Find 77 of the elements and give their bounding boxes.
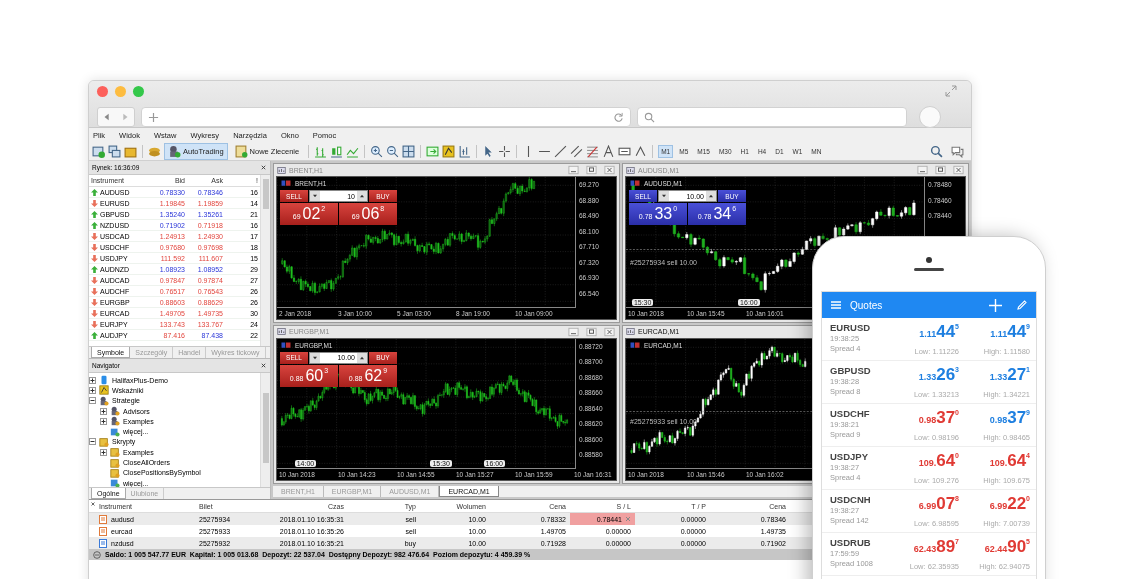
search-field[interactable] <box>637 107 907 127</box>
fullscreen-icon[interactable] <box>945 84 957 97</box>
reload-icon[interactable] <box>613 111 624 123</box>
chart-window-icon[interactable] <box>277 327 286 336</box>
flags-icon[interactable] <box>629 179 641 188</box>
minimize-icon[interactable] <box>916 165 929 175</box>
up-arrow-icon[interactable] <box>707 192 715 200</box>
minimize-icon[interactable] <box>567 165 580 175</box>
periods-icon[interactable] <box>458 144 472 158</box>
scripts-icon <box>99 436 109 447</box>
collapse-icon[interactable] <box>89 397 96 405</box>
add-icon[interactable] <box>989 298 1002 312</box>
trend-line-icon[interactable] <box>554 144 568 158</box>
quote-symbol: USDRUB <box>830 537 872 549</box>
quote-symbol: GBPUSD <box>830 365 872 377</box>
restore-icon[interactable] <box>585 165 598 175</box>
zoom-in-icon[interactable] <box>370 144 384 158</box>
flags-icon[interactable] <box>280 340 292 350</box>
edit-icon[interactable] <box>1016 298 1028 311</box>
screen-title: Quotes <box>850 299 883 311</box>
scripts-icon <box>110 447 120 458</box>
collapse-icon[interactable] <box>89 438 96 446</box>
expand-icon[interactable] <box>100 417 107 425</box>
restore-icon[interactable] <box>934 165 947 175</box>
flags-icon[interactable] <box>280 179 292 188</box>
quote-symbol: USDCHF <box>830 408 871 420</box>
windows-icon[interactable] <box>108 144 121 158</box>
candlestick-icon[interactable] <box>330 144 344 158</box>
chart-window-icon[interactable] <box>626 327 635 336</box>
zoom-out-icon[interactable] <box>386 144 400 158</box>
text-icon[interactable] <box>602 144 616 158</box>
script-icon <box>110 467 120 478</box>
quote-symbol: EURUSD <box>830 322 872 334</box>
expand-icon[interactable] <box>100 448 107 456</box>
indicators-icon <box>99 385 109 396</box>
fibonacci-icon[interactable] <box>586 144 600 158</box>
close-icon[interactable] <box>90 501 96 507</box>
scrollbar[interactable] <box>260 175 270 346</box>
experts-icon <box>110 416 120 427</box>
chart-window-icon[interactable] <box>277 165 286 175</box>
bar-chart-icon[interactable] <box>314 144 328 158</box>
down-arrow-icon[interactable] <box>311 192 319 200</box>
expand-icon[interactable] <box>100 407 107 415</box>
back-icon[interactable] <box>102 112 112 122</box>
chart-window-icon[interactable] <box>626 165 635 175</box>
address-field[interactable] <box>141 107 631 127</box>
expand-icon[interactable] <box>89 376 96 384</box>
close-window-button[interactable] <box>97 86 108 97</box>
quote-symbol: USDJPY <box>830 451 869 463</box>
close-icon[interactable] <box>260 164 267 171</box>
minimize-icon[interactable] <box>567 326 580 337</box>
scrollbar[interactable] <box>260 373 270 487</box>
camera-icon <box>925 256 933 264</box>
tile-windows-icon[interactable] <box>402 144 416 158</box>
chat-icon[interactable] <box>951 144 964 158</box>
search-icon[interactable] <box>644 111 655 123</box>
quote-symbol: USDCNH <box>830 494 872 506</box>
account-icon <box>99 375 109 386</box>
chart-plus-icon[interactable] <box>92 144 105 158</box>
channel-icon[interactable] <box>570 144 584 158</box>
menu-icon[interactable] <box>830 299 842 311</box>
restore-icon[interactable] <box>585 326 598 337</box>
crosshair-icon[interactable] <box>498 144 512 158</box>
robot-icon[interactable] <box>168 144 181 158</box>
indicators-icon[interactable] <box>442 144 456 158</box>
speaker-icon <box>914 268 944 272</box>
script-icon <box>110 457 120 468</box>
close-icon[interactable] <box>260 362 267 369</box>
order-icon[interactable] <box>234 144 248 158</box>
flags-icon[interactable] <box>629 340 641 350</box>
up-arrow-icon[interactable] <box>358 192 366 200</box>
new-tab-icon[interactable] <box>148 111 159 123</box>
experts-icon <box>99 395 109 406</box>
search-icon[interactable] <box>930 144 943 158</box>
down-arrow-icon[interactable] <box>660 192 668 200</box>
experts-icon <box>110 406 120 417</box>
expand-icon[interactable] <box>89 386 96 394</box>
